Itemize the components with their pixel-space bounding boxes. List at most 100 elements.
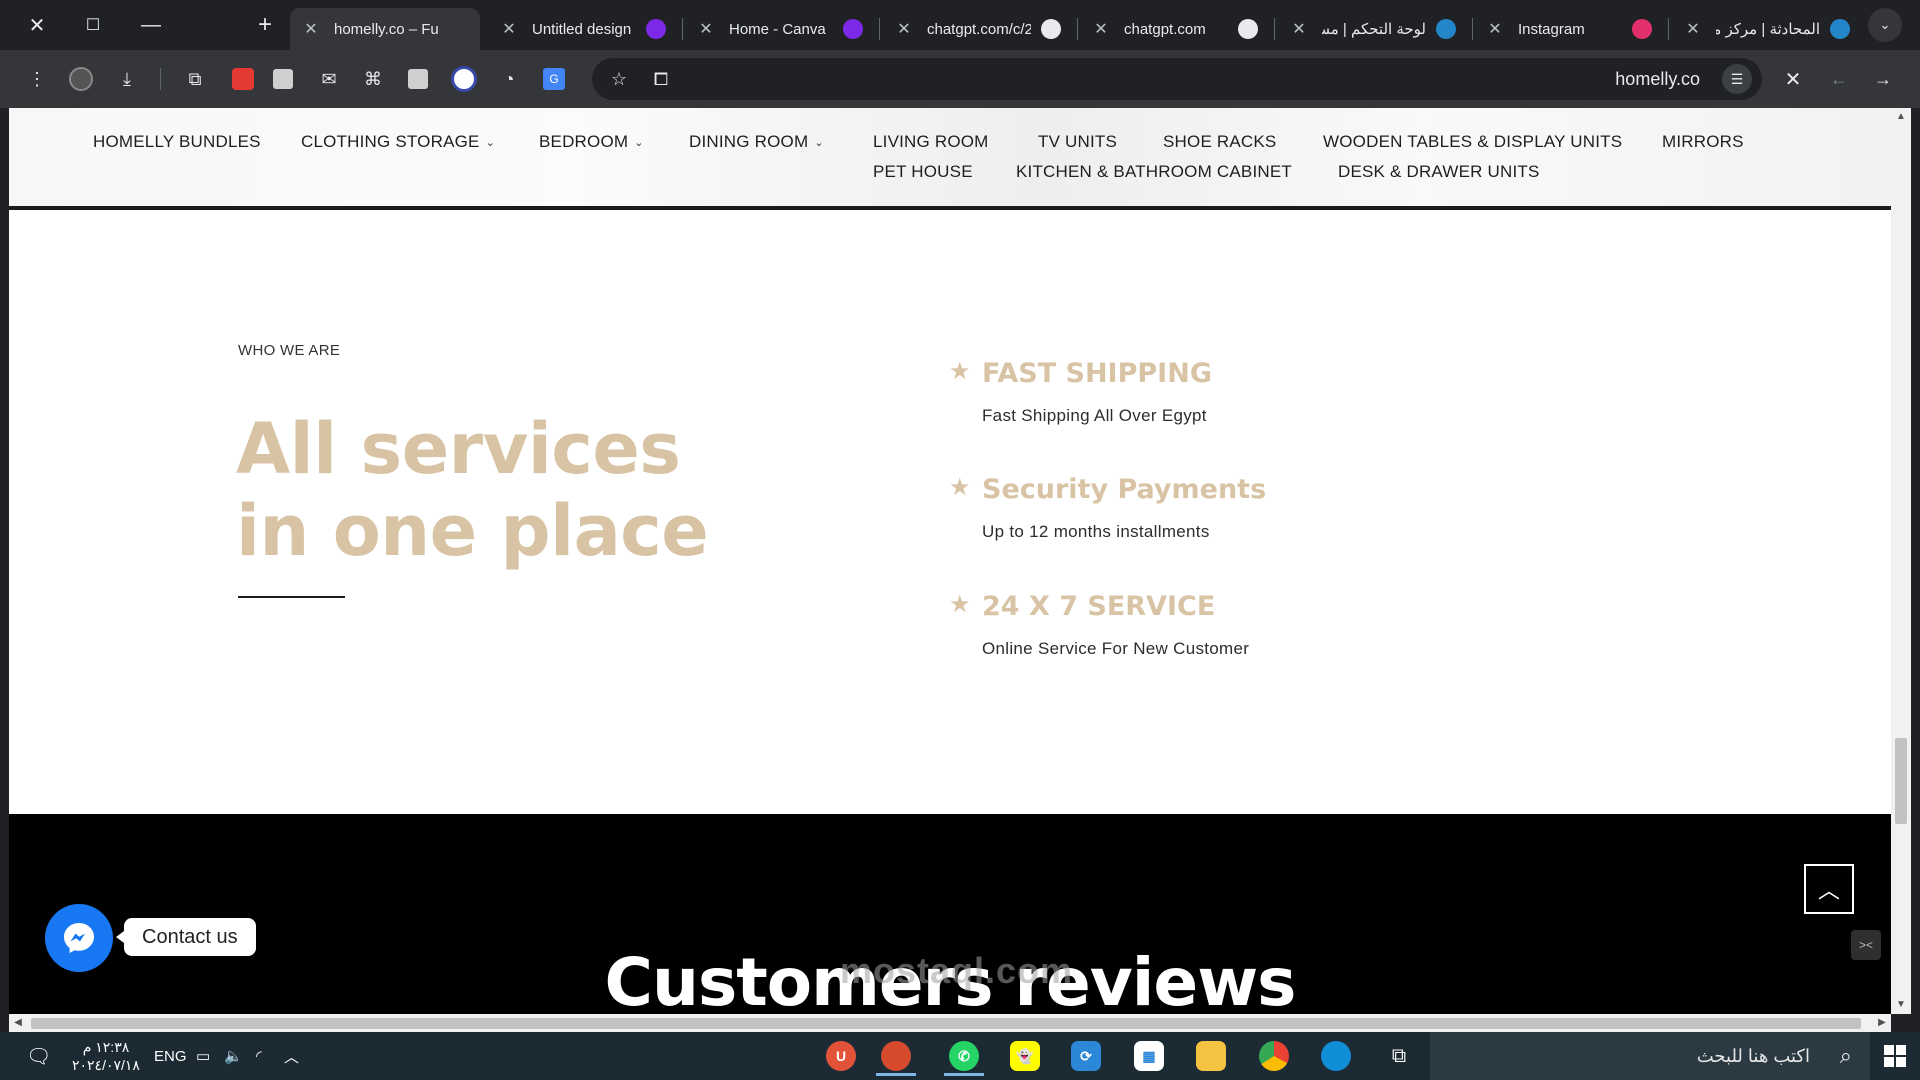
new-tab-icon[interactable]: +: [242, 0, 288, 50]
notification-center-icon[interactable]: 🗨: [26, 1032, 51, 1080]
close-tab-icon[interactable]: ✕: [302, 19, 320, 39]
grammar-extension-icon[interactable]: [228, 64, 258, 94]
volume-icon[interactable]: 🔈: [224, 1032, 243, 1080]
extensions-icon[interactable]: ⧉: [180, 64, 210, 94]
headline-line-1: All services: [236, 408, 681, 490]
profile-avatar-icon[interactable]: [66, 64, 96, 94]
taskbar-app-file-explorer-icon[interactable]: [1185, 1036, 1237, 1076]
scroll-down-arrow-icon[interactable]: ▼: [1891, 996, 1911, 1014]
maximize-window-icon[interactable]: ☐: [70, 0, 116, 50]
feature-description: Up to 12 months installments: [982, 522, 1210, 541]
taskbar-app-chrome-icon[interactable]: [1248, 1036, 1300, 1076]
window-frame-right: [1911, 108, 1920, 1032]
contact-us-label[interactable]: Contact us: [116, 918, 256, 956]
battery-icon[interactable]: ▭: [196, 1032, 210, 1080]
close-tab-icon[interactable]: ✕: [895, 19, 913, 39]
browser-tab[interactable]: ✕ Untitled design: [488, 8, 678, 50]
stop-loading-icon[interactable]: ✕: [1778, 64, 1808, 94]
clock[interactable]: ١٢:٣٨ م ٢٠٢٤/٠٧/١٨: [72, 1032, 140, 1080]
browser-toolbar: ⋮ ⤓ ⧉ ✉ ⌘ ◔ G ☆ ⧠ homelly.co ☰ ✕ ← →: [0, 50, 1920, 108]
messenger-chat-button[interactable]: [45, 904, 113, 972]
taskbar-app-network-icon[interactable]: ⟳: [1060, 1036, 1112, 1076]
nav-item-shoe-racks[interactable]: SHOE RACKS: [1163, 132, 1276, 152]
nav-item-mirrors[interactable]: MIRRORS: [1662, 132, 1744, 152]
address-url[interactable]: homelly.co: [1615, 69, 1700, 90]
site-settings-icon[interactable]: ☰: [1722, 64, 1752, 94]
taskbar-app-store-icon[interactable]: ▦: [1123, 1036, 1175, 1076]
game-extension-icon[interactable]: [403, 64, 433, 94]
hand-extension-icon[interactable]: [268, 64, 298, 94]
close-tab-icon[interactable]: ✕: [1684, 19, 1702, 39]
nav-item-wooden-tables-display-units[interactable]: WOODEN TABLES & DISPLAY UNITS: [1323, 132, 1622, 152]
tab-title: لوحة التحكم | مستقل: [1322, 21, 1426, 38]
menu-kebab-icon[interactable]: ⋮: [22, 64, 52, 94]
nav-item-living-room[interactable]: LIVING ROOM: [873, 132, 989, 152]
taskbar-app-snapchat-icon[interactable]: 👻: [999, 1036, 1051, 1076]
download-icon[interactable]: ⤓: [112, 64, 142, 94]
toolbar-divider: [160, 68, 161, 90]
forward-arrow-icon[interactable]: →: [1868, 64, 1898, 94]
wifi-icon[interactable]: ◜: [256, 1032, 262, 1080]
nav-item-clothing-storage[interactable]: CLOTHING STORAGE ⌄: [301, 132, 495, 152]
chevron-down-icon: ⌄: [634, 136, 644, 149]
search-placeholder: اكتب هنا للبحث: [1696, 1045, 1810, 1066]
address-bar[interactable]: ☆ ⧠ homelly.co ☰: [592, 58, 1762, 100]
tab-title: المحادثة | مركز مستقل: [1716, 21, 1820, 38]
windows-start-icon[interactable]: [1870, 1032, 1920, 1080]
mostaql-icon: [1830, 19, 1850, 39]
browser-tab[interactable]: ✕ المحادثة | مركز مستقل: [1672, 8, 1862, 50]
tab-search-chevron-icon[interactable]: ⌄: [1862, 0, 1908, 50]
browser-tab[interactable]: ✕ chatgpt.com/c/2: [883, 8, 1073, 50]
close-window-icon[interactable]: ✕: [14, 0, 60, 50]
close-tab-icon[interactable]: ✕: [1486, 19, 1504, 39]
horizontal-scroll-thumb[interactable]: [31, 1018, 1861, 1029]
close-tab-icon[interactable]: ✕: [1092, 19, 1110, 39]
vertical-scrollbar[interactable]: ▲ ▼: [1891, 108, 1911, 1014]
nav-item-label: CLOTHING STORAGE: [301, 132, 480, 151]
taskbar-search-box[interactable]: اكتب هنا للبحث ⌕: [1430, 1032, 1870, 1080]
browser-tab[interactable]: ✕ Instagram: [1474, 8, 1664, 50]
taskbar-app-whatsapp-icon[interactable]: ✆: [938, 1036, 990, 1076]
owl-extension-icon[interactable]: [449, 64, 479, 94]
bookmark-star-icon[interactable]: ☆: [604, 64, 634, 94]
mail-extension-icon[interactable]: ✉: [314, 64, 344, 94]
close-tab-icon[interactable]: ✕: [1290, 19, 1308, 39]
translate-extension-icon[interactable]: G: [539, 64, 569, 94]
window-frame-left: [0, 108, 9, 1032]
text-extension-icon[interactable]: ⌘: [358, 64, 388, 94]
input-language[interactable]: ENG: [154, 1032, 187, 1080]
browser-tab[interactable]: ✕ لوحة التحكم | مستقل: [1278, 8, 1468, 50]
close-tab-icon[interactable]: ✕: [500, 19, 518, 39]
nav-item-desk-drawer-units[interactable]: DESK & DRAWER UNITS: [1338, 162, 1540, 182]
install-app-icon[interactable]: ⧠: [646, 64, 676, 94]
nav-item-homelly-bundles[interactable]: HOMELLY BUNDLES: [93, 132, 261, 152]
nav-item-label: LIVING ROOM: [873, 132, 989, 151]
taskbar-app-chrome-canary-icon[interactable]: U: [815, 1036, 867, 1076]
nav-item-label: DESK & DRAWER UNITS: [1338, 162, 1540, 181]
scroll-to-top-button[interactable]: ︿: [1804, 864, 1854, 914]
task-view-icon[interactable]: ⧉: [1373, 1036, 1425, 1076]
tray-overflow-chevron-icon[interactable]: ︿: [284, 1032, 299, 1080]
close-tab-icon[interactable]: ✕: [697, 19, 715, 39]
scroll-left-arrow-icon[interactable]: ◀: [9, 1014, 27, 1032]
speedometer-extension-icon[interactable]: ◔: [494, 64, 524, 94]
scroll-right-arrow-icon[interactable]: ▶: [1873, 1014, 1891, 1032]
vertical-scroll-thumb[interactable]: [1895, 738, 1907, 824]
minimize-window-icon[interactable]: —: [128, 0, 174, 50]
nav-item-kitchen-bathroom-cabinet[interactable]: KITCHEN & BATHROOM CABINET: [1016, 162, 1292, 182]
nav-item-pet-house[interactable]: PET HOUSE: [873, 162, 973, 182]
horizontal-scrollbar[interactable]: ◀ ▶: [9, 1014, 1891, 1032]
nav-item-dining-room[interactable]: DINING ROOM ⌄: [689, 132, 824, 152]
back-arrow-icon[interactable]: ←: [1824, 64, 1854, 94]
browser-tab[interactable]: ✕ Home - Canva: [685, 8, 875, 50]
scroll-up-arrow-icon[interactable]: ▲: [1891, 108, 1911, 126]
section-kicker: WHO WE ARE: [238, 342, 341, 359]
nav-item-bedroom[interactable]: BEDROOM ⌄: [539, 132, 644, 152]
floating-extension-badge[interactable]: ><: [1851, 930, 1881, 960]
browser-tab[interactable]: ✕ homelly.co – Fur: [290, 8, 480, 50]
nav-item-tv-units[interactable]: TV UNITS: [1038, 132, 1117, 152]
taskbar-app-browser-icon[interactable]: [870, 1036, 922, 1076]
feature-title: 24 X 7 SERVICE: [982, 591, 1216, 622]
taskbar-app-edge-icon[interactable]: [1310, 1036, 1362, 1076]
browser-tab[interactable]: ✕ chatgpt.com: [1080, 8, 1270, 50]
